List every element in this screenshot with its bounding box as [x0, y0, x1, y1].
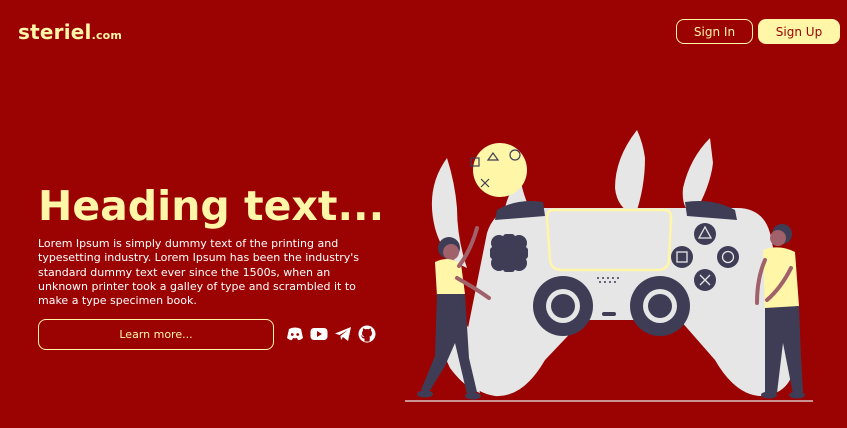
sign-up-button[interactable]: Sign Up: [758, 19, 840, 44]
discord-icon[interactable]: [286, 325, 304, 343]
telegram-icon[interactable]: [334, 325, 352, 343]
hero-heading: Heading text...: [38, 182, 385, 230]
logo-domain: .com: [91, 29, 123, 42]
site-logo[interactable]: steriel.com: [18, 20, 122, 44]
learn-more-button[interactable]: Learn more...: [38, 319, 274, 350]
social-links: [286, 325, 376, 343]
logo-name: steriel: [18, 20, 92, 44]
sign-in-button[interactable]: Sign In: [676, 19, 753, 44]
gaming-controller-illustration: [405, 128, 815, 408]
github-icon[interactable]: [358, 325, 376, 343]
hero-description: Lorem Ipsum is simply dummy text of the …: [38, 237, 360, 308]
youtube-icon[interactable]: [310, 325, 328, 343]
